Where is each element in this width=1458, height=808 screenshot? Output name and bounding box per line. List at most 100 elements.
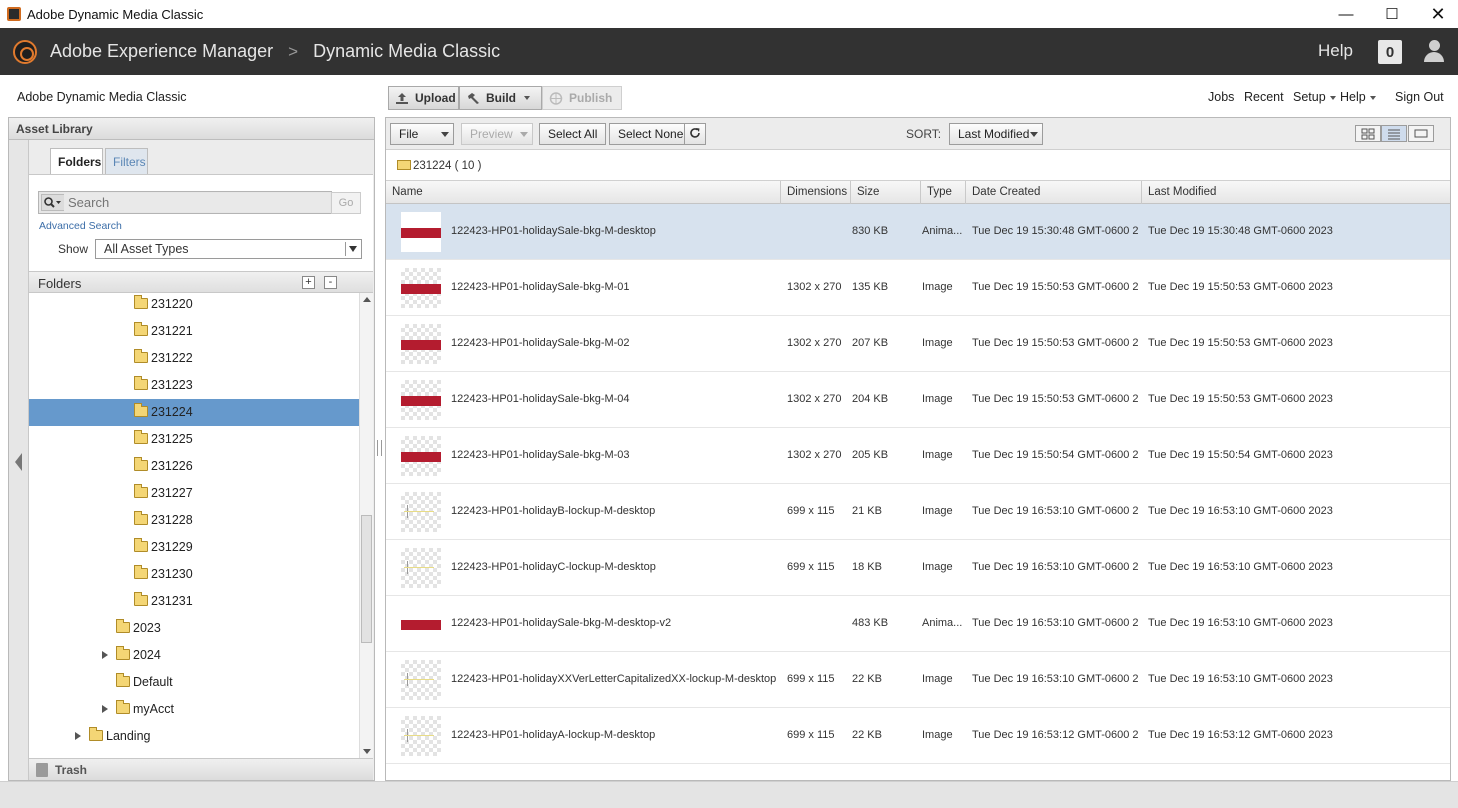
folder-tree-item[interactable]: 231225 (29, 426, 359, 453)
tab-filters[interactable]: Filters (105, 148, 148, 174)
folder-tree-item[interactable]: 231231 (29, 588, 359, 615)
red-banner-preview (401, 452, 441, 462)
open-folder-icon (397, 160, 411, 170)
asset-row[interactable]: 122423-HP01-holidayA-lockup-M-desktop 699… (386, 708, 1450, 764)
help-menu[interactable]: Help (1340, 90, 1376, 104)
preview-label: Preview (470, 127, 513, 141)
asset-thumbnail[interactable] (401, 604, 441, 644)
build-button[interactable]: Build (459, 86, 542, 110)
column-last-modified[interactable]: Last Modified (1142, 181, 1450, 204)
publish-button[interactable]: Publish (542, 86, 622, 110)
folder-tree-item[interactable]: 231228 (29, 507, 359, 534)
trash-folder[interactable]: Trash (29, 758, 373, 780)
list-view-icon (1388, 129, 1400, 140)
preview-menu[interactable]: Preview (461, 123, 533, 145)
panel-splitter[interactable] (377, 440, 382, 456)
asset-thumbnail[interactable] (401, 324, 441, 364)
trash-label: Trash (55, 763, 88, 777)
column-dimensions[interactable]: Dimensions (781, 181, 851, 204)
folder-tree-item[interactable]: Landing (29, 723, 359, 750)
folder-tree-item[interactable]: 231230 (29, 561, 359, 588)
asset-type-select[interactable]: All Asset Types (95, 239, 362, 259)
folder-tree-scrollbar[interactable] (359, 293, 373, 758)
asset-thumbnail[interactable] (401, 268, 441, 308)
publish-label: Publish (569, 91, 613, 105)
tab-folders[interactable]: Folders (50, 148, 103, 174)
folder-tree-item[interactable]: 231226 (29, 453, 359, 480)
column-type[interactable]: Type (921, 181, 966, 204)
red-banner-preview (401, 340, 441, 350)
asset-thumbnail[interactable] (401, 492, 441, 532)
aem-logo-icon[interactable] (13, 39, 37, 64)
scroll-up-icon[interactable] (363, 297, 371, 302)
folder-tree-item[interactable]: 231221 (29, 318, 359, 345)
folder-tree-item[interactable]: 231222 (29, 345, 359, 372)
remove-folder-button[interactable]: - (324, 276, 337, 289)
asset-row[interactable]: 122423-HP01-holidaySale-bkg-M-desktop 830… (386, 204, 1450, 260)
setup-menu[interactable]: Setup (1293, 90, 1336, 104)
panel-collapse-handle[interactable] (9, 140, 29, 780)
asset-row[interactable]: 122423-HP01-holidayC-lockup-M-desktop 699… (386, 540, 1450, 596)
folder-tree-item[interactable]: 231224 (29, 399, 359, 426)
folder-icon (134, 457, 148, 471)
asset-last-modified: Tue Dec 19 15:50:53 GMT-0600 2023 (1148, 337, 1333, 349)
chevron-down-icon (520, 132, 528, 137)
folder-tree-item[interactable]: 2024 (29, 642, 359, 669)
asset-row[interactable]: 122423-HP01-holidaySale-bkg-M-01 1302 x 2… (386, 260, 1450, 316)
maximize-icon[interactable]: ☐ (1369, 0, 1415, 28)
asset-thumbnail[interactable] (401, 212, 441, 252)
asset-row[interactable]: 122423-HP01-holidaySale-bkg-M-03 1302 x 2… (386, 428, 1450, 484)
asset-row[interactable]: 122423-HP01-holidaySale-bkg-M-04 1302 x 2… (386, 372, 1450, 428)
detail-view-button[interactable] (1408, 125, 1434, 142)
jobs-link[interactable]: Jobs (1208, 90, 1234, 104)
sort-select[interactable]: Last Modified (949, 123, 1043, 145)
product-title: Dynamic Media Classic (313, 41, 501, 61)
add-folder-button[interactable]: + (302, 276, 315, 289)
asset-row[interactable]: 122423-HP01-holidaySale-bkg-M-desktop-v2… (386, 596, 1450, 652)
asset-row[interactable]: 122423-HP01-holidaySale-bkg-M-02 1302 x 2… (386, 316, 1450, 372)
column-size[interactable]: Size (851, 181, 921, 204)
grid-view-button[interactable] (1355, 125, 1381, 142)
folder-tree-item[interactable]: 231229 (29, 534, 359, 561)
asset-thumbnail[interactable] (401, 436, 441, 476)
upload-button[interactable]: Upload (388, 86, 459, 110)
select-all-button[interactable]: Select All (539, 123, 607, 145)
asset-thumbnail[interactable] (401, 548, 441, 588)
column-name[interactable]: Name (386, 181, 781, 204)
folder-tree-item[interactable]: 231220 (29, 293, 359, 318)
folder-tree-item[interactable]: 231227 (29, 480, 359, 507)
recent-link[interactable]: Recent (1244, 90, 1284, 104)
notifications-badge[interactable]: 0 (1378, 40, 1402, 64)
search-input[interactable] (64, 193, 330, 212)
select-none-button[interactable]: Select None (609, 123, 693, 145)
minimize-icon[interactable]: — (1323, 0, 1369, 28)
folder-tree-item[interactable]: myAcct (29, 696, 359, 723)
advanced-search-link[interactable]: Advanced Search (39, 220, 122, 232)
sign-out-link[interactable]: Sign Out (1395, 90, 1444, 104)
asset-row[interactable]: 122423-HP01-holidayB-lockup-M-desktop 699… (386, 484, 1450, 540)
asset-thumbnail[interactable] (401, 380, 441, 420)
folder-tree-item[interactable]: 2023 (29, 615, 359, 642)
asset-thumbnail[interactable] (401, 660, 441, 700)
file-menu[interactable]: File (390, 123, 454, 145)
asset-row[interactable]: 122423-HP01-holidayXXVerLetterCapitalize… (386, 652, 1450, 708)
column-date-created[interactable]: Date Created (966, 181, 1142, 204)
aem-brand-link[interactable]: Adobe Experience Manager (50, 41, 273, 62)
folder-tree-item[interactable]: 231223 (29, 372, 359, 399)
refresh-button[interactable] (684, 123, 706, 145)
expand-arrow-icon[interactable] (102, 651, 108, 659)
search-options-button[interactable] (41, 194, 65, 211)
expand-arrow-icon[interactable] (75, 732, 81, 740)
header-help-link[interactable]: Help (1318, 41, 1353, 61)
go-button[interactable]: Go (331, 192, 361, 214)
asset-thumbnail[interactable] (401, 716, 441, 756)
asset-browser: File Preview Select All Select None SORT… (385, 117, 1451, 781)
folder-tree-item[interactable]: Default (29, 669, 359, 696)
folder-icon (116, 673, 130, 687)
scroll-down-icon[interactable] (363, 749, 371, 754)
scroll-thumb[interactable] (361, 515, 372, 643)
expand-arrow-icon[interactable] (102, 705, 108, 713)
list-view-button[interactable] (1381, 125, 1407, 142)
user-avatar-icon[interactable] (1423, 39, 1445, 63)
close-icon[interactable]: ✕ (1415, 0, 1458, 28)
